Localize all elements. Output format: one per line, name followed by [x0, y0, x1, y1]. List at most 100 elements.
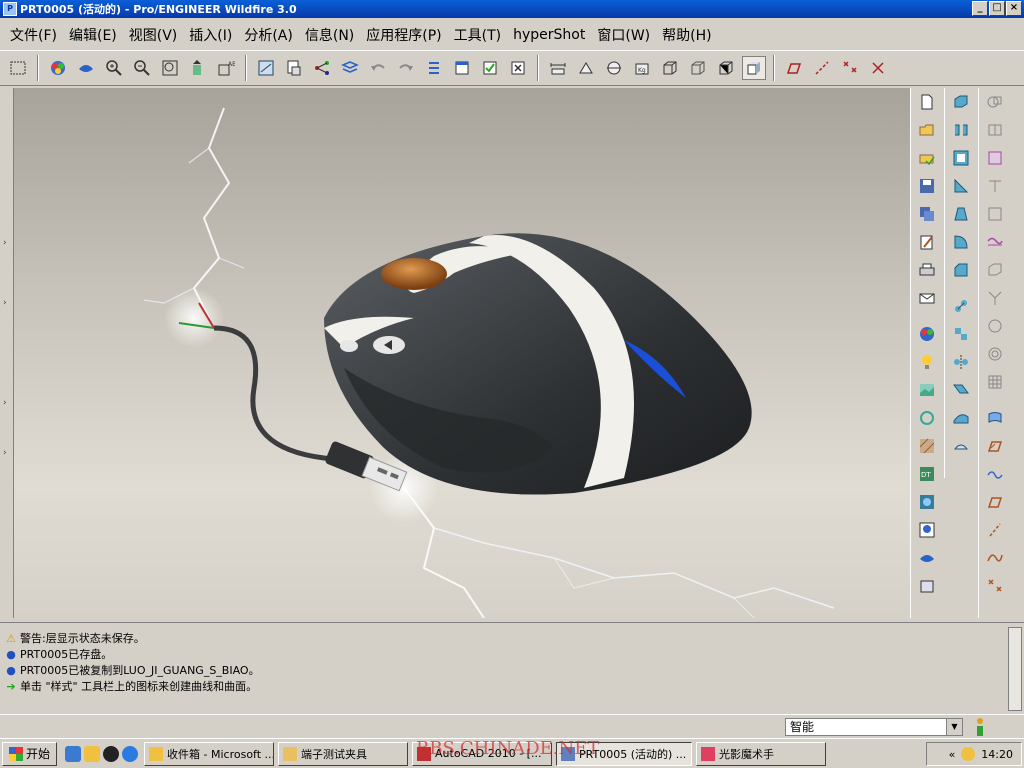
- boundary-blend-icon[interactable]: [983, 258, 1007, 282]
- datum-planes-icon[interactable]: [782, 56, 806, 80]
- menu-hypershot[interactable]: hyperShot: [507, 27, 591, 43]
- model-tree-icon[interactable]: [915, 574, 939, 598]
- qq-icon[interactable]: [103, 745, 120, 762]
- wireframe-icon[interactable]: [658, 56, 682, 80]
- round-icon[interactable]: [949, 230, 973, 254]
- save-icon[interactable]: [915, 174, 939, 198]
- shell-icon[interactable]: [949, 146, 973, 170]
- new-file-icon[interactable]: [915, 90, 939, 114]
- menu-insert[interactable]: 插入(I): [183, 25, 238, 45]
- datum-points-x-icon[interactable]: [983, 574, 1007, 598]
- menu-help[interactable]: 帮助(H): [656, 25, 717, 45]
- measure-icon[interactable]: [546, 56, 570, 80]
- menu-edit[interactable]: 编辑(E): [63, 25, 123, 45]
- extrude-icon[interactable]: [949, 90, 973, 114]
- area-analysis-icon[interactable]: [574, 56, 598, 80]
- room-editor-icon[interactable]: [915, 378, 939, 402]
- trim-icon[interactable]: [949, 406, 973, 430]
- refit-icon[interactable]: [158, 56, 182, 80]
- datum-curve-tool-icon[interactable]: [983, 146, 1007, 170]
- menu-view[interactable]: 视图(V): [123, 25, 184, 45]
- shading-icon[interactable]: [742, 56, 766, 80]
- texture-icon[interactable]: [915, 434, 939, 458]
- minimize-button[interactable]: _: [972, 1, 988, 16]
- chamfer-icon[interactable]: [949, 258, 973, 282]
- revolve-icon[interactable]: [949, 118, 973, 142]
- appearance-icon[interactable]: [915, 322, 939, 346]
- start-button[interactable]: 开始: [2, 741, 58, 766]
- selection-filter-select[interactable]: 智能 ▼: [785, 718, 963, 736]
- datum-plane-parallelogram-icon[interactable]: [983, 490, 1007, 514]
- rename-icon[interactable]: [915, 230, 939, 254]
- regenerate-icon[interactable]: [422, 56, 446, 80]
- select-working-dir-icon[interactable]: [915, 146, 939, 170]
- datum-display-icon[interactable]: [254, 56, 278, 80]
- pattern-icon[interactable]: [949, 322, 973, 346]
- taskbar-item-photo[interactable]: 光影魔术手: [696, 741, 827, 766]
- light-icon[interactable]: [915, 350, 939, 374]
- ie-icon[interactable]: [122, 745, 139, 762]
- draft-icon[interactable]: [949, 202, 973, 226]
- tray-app-icon[interactable]: [961, 747, 976, 761]
- mirror-icon[interactable]: [949, 350, 973, 374]
- outlook-icon[interactable]: [84, 745, 101, 762]
- saved-views-icon[interactable]: AB: [214, 56, 238, 80]
- photolux-icon[interactable]: [915, 546, 939, 570]
- rib-icon[interactable]: [949, 174, 973, 198]
- variable-section-icon[interactable]: [983, 286, 1007, 310]
- left-collapse-strip[interactable]: › › › ›: [0, 88, 14, 618]
- render-window-icon[interactable]: [915, 490, 939, 514]
- scene-icon[interactable]: [915, 406, 939, 430]
- menu-analysis[interactable]: 分析(A): [238, 25, 299, 45]
- datum-plane-tool-icon[interactable]: [983, 90, 1007, 114]
- expand-tray-icon[interactable]: «: [949, 748, 956, 761]
- layers-icon[interactable]: [338, 56, 362, 80]
- title-bar[interactable]: P PRT0005 (活动的) - Pro/ENGINEER Wildfire …: [0, 0, 1024, 18]
- menu-applications[interactable]: 应用程序(P): [360, 25, 447, 45]
- extend-icon[interactable]: [949, 434, 973, 458]
- datum-points-icon[interactable]: [838, 56, 862, 80]
- axis-display-icon[interactable]: [310, 56, 334, 80]
- taskbar-item-autocad[interactable]: AutoCAD 2010 - [...: [412, 741, 553, 766]
- redo-icon[interactable]: [394, 56, 418, 80]
- close-button[interactable]: ×: [1006, 1, 1022, 16]
- render-region-icon[interactable]: [915, 518, 939, 542]
- print-icon[interactable]: [915, 258, 939, 282]
- layer-tree-icon[interactable]: [282, 56, 306, 80]
- mass-properties-icon[interactable]: Kg: [630, 56, 654, 80]
- warp-icon[interactable]: [983, 314, 1007, 338]
- zoom-out-icon[interactable]: [130, 56, 154, 80]
- show-desktop-icon[interactable]: [65, 745, 82, 762]
- datum-axis-line-icon[interactable]: [983, 518, 1007, 542]
- section-analysis-icon[interactable]: [602, 56, 626, 80]
- sketch-tool-icon[interactable]: [983, 202, 1007, 226]
- render-setup-icon[interactable]: DT: [915, 462, 939, 486]
- curve-through-points-icon[interactable]: [983, 462, 1007, 486]
- restore-button[interactable]: □: [989, 1, 1005, 16]
- color-appearance-icon[interactable]: [46, 56, 70, 80]
- window-activate-icon[interactable]: [450, 56, 474, 80]
- datum-axes-icon[interactable]: [810, 56, 834, 80]
- menu-file[interactable]: 文件(F): [4, 25, 63, 45]
- datum-curve-icon[interactable]: [983, 546, 1007, 570]
- datum-axis-tool-icon[interactable]: [983, 118, 1007, 142]
- close-window-icon[interactable]: [506, 56, 530, 80]
- style-tool-icon[interactable]: [983, 230, 1007, 254]
- select-box-icon[interactable]: [6, 56, 30, 80]
- save-copy-icon[interactable]: [915, 202, 939, 226]
- render-icon[interactable]: [74, 56, 98, 80]
- taskbar-item-proe[interactable]: PRT0005 (活动的) ...: [556, 741, 693, 766]
- datum-point-tool-icon[interactable]: [983, 174, 1007, 198]
- sweep-icon[interactable]: [983, 406, 1007, 430]
- check-window-icon[interactable]: [478, 56, 502, 80]
- hidden-line-icon[interactable]: [686, 56, 710, 80]
- grid-icon[interactable]: [983, 370, 1007, 394]
- menu-tools[interactable]: 工具(T): [448, 25, 507, 45]
- undo-icon[interactable]: [366, 56, 390, 80]
- menu-info[interactable]: 信息(N): [299, 25, 360, 45]
- model-viewport[interactable]: [14, 88, 910, 618]
- no-hidden-icon[interactable]: [714, 56, 738, 80]
- menu-window[interactable]: 窗口(W): [591, 25, 656, 45]
- merge-icon[interactable]: [949, 378, 973, 402]
- taskbar-item-folder[interactable]: 端子测试夹具: [278, 741, 409, 766]
